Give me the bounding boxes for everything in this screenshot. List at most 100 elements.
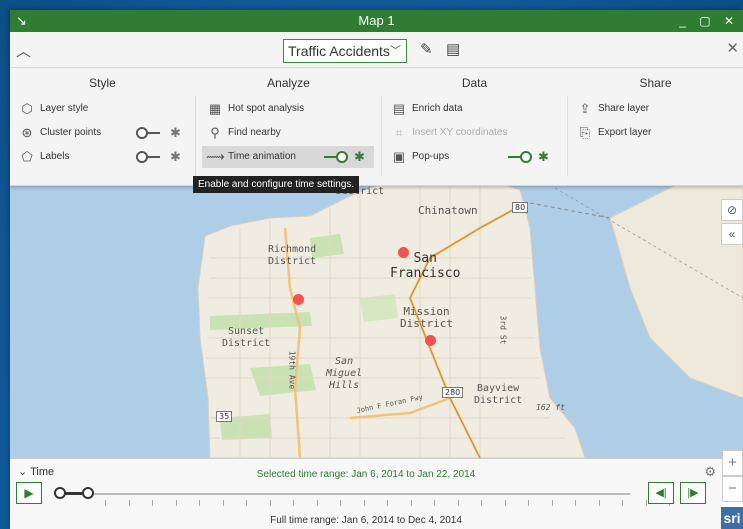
- time-slider-tick: [481, 500, 482, 506]
- time-slider-tick: [410, 500, 412, 506]
- hot-spot-analysis-button[interactable]: ▦ Hot spot analysis: [202, 98, 374, 120]
- accident-point[interactable]: [398, 247, 409, 258]
- map-label-elevation: 162 ft: [536, 403, 565, 412]
- share-layer-label: Share layer: [598, 103, 650, 114]
- labels-toggle[interactable]: [136, 151, 160, 163]
- layer-style-icon: ⬡: [21, 101, 33, 116]
- time-slider-tick: [645, 500, 647, 506]
- layer-table-icon[interactable]: ▤: [446, 40, 460, 58]
- zoom-out-button[interactable]: −: [722, 476, 743, 502]
- time-slider-tick: [622, 500, 623, 506]
- share-group: Share ⇪ Share layer ⎘ Export layer: [568, 68, 743, 186]
- time-animation-toggle[interactable]: [324, 151, 348, 163]
- map-label-richmond: Richmond District: [268, 244, 317, 267]
- time-animation-settings-gear-icon[interactable]: ✱: [354, 150, 365, 164]
- analyze-group: Analyze ▦ Hot spot analysis ⚲ Find nearb…: [196, 68, 381, 186]
- selected-time-range: Selected time range: Jan 6, 2014 to Jan …: [256, 469, 476, 480]
- style-group: Style ⬡ Layer style ⊛ Cluster points ✱ ⬠…: [10, 68, 195, 186]
- cluster-points-settings-gear-icon[interactable]: ✱: [170, 126, 181, 140]
- insert-xy-label: Insert XY coordinates: [412, 127, 508, 138]
- analyze-group-title: Analyze: [267, 76, 310, 90]
- insert-xy-icon: ⌗: [395, 125, 403, 140]
- time-slider-tick: [528, 500, 529, 506]
- time-slider-tick: [504, 500, 506, 506]
- share-group-title: Share: [639, 76, 672, 90]
- layer-toolbar: ︿ Traffic Accidents ﹀ ✎ ▤ ✕: [10, 32, 743, 68]
- enrich-data-button[interactable]: ▤ Enrich data: [386, 98, 561, 120]
- pop-ups-icon: ▣: [392, 149, 406, 164]
- map-label-19th-ave: 19th Ave: [287, 350, 297, 390]
- find-nearby-label: Find nearby: [228, 127, 281, 138]
- maximize-button[interactable]: ▢: [699, 10, 715, 32]
- time-animation-label: Time animation: [228, 151, 296, 162]
- time-slider-tick: [152, 500, 153, 506]
- accident-point[interactable]: [293, 294, 304, 305]
- time-slider-tick: [340, 500, 341, 506]
- labels-settings-gear-icon[interactable]: ✱: [170, 150, 181, 164]
- time-slider-tick: [387, 500, 388, 506]
- time-slider-end-handle[interactable]: [82, 487, 94, 499]
- close-toolbar-icon[interactable]: ✕: [726, 39, 739, 57]
- data-group-title: Data: [461, 76, 488, 90]
- time-slider-tick: [598, 500, 600, 506]
- map-label-san-miguel: San Miguel Hills: [326, 356, 363, 391]
- map-tool-collapse-icon[interactable]: «: [721, 223, 743, 245]
- zoom-in-button[interactable]: +: [722, 450, 743, 476]
- time-slider-start-handle[interactable]: [54, 487, 66, 499]
- time-slider-track[interactable]: [54, 493, 630, 495]
- pop-ups-settings-gear-icon[interactable]: ✱: [538, 150, 549, 164]
- map-label-bayview: Bayview District: [474, 383, 523, 406]
- labels-button[interactable]: ⬠ Labels ✱: [14, 146, 189, 168]
- time-slider-tick: [293, 500, 294, 506]
- chevron-down-icon: ﹀: [390, 45, 401, 57]
- enrich-data-icon: ▤: [392, 101, 406, 116]
- rename-pencil-icon[interactable]: ✎: [420, 40, 433, 58]
- esri-logo: sri: [721, 507, 743, 529]
- cluster-points-label: Cluster points: [40, 127, 102, 138]
- time-animation-button[interactable]: ⟿ Time animation ✱: [202, 146, 374, 168]
- window-close-button[interactable]: ✕: [724, 10, 739, 32]
- export-layer-icon: ⎘: [579, 125, 591, 140]
- time-settings-gear-icon[interactable]: ⚙: [704, 464, 716, 480]
- time-slider-tick: [269, 500, 271, 506]
- insert-xy-button: ⌗ Insert XY coordinates: [386, 122, 561, 144]
- map-label-third-st: 3rd St: [498, 315, 508, 345]
- style-group-title: Style: [89, 76, 116, 90]
- collapse-ribbon-icon[interactable]: ︿: [16, 40, 31, 61]
- layer-ribbon: Style ⬡ Layer style ⊛ Cluster points ✱ ⬠…: [10, 68, 743, 186]
- restore-arrow-icon[interactable]: ↘: [16, 10, 27, 32]
- cluster-points-icon: ⊛: [21, 125, 33, 140]
- play-button[interactable]: ▶: [16, 482, 42, 504]
- step-back-button[interactable]: ◀|: [648, 482, 674, 504]
- time-slider-tick: [575, 500, 576, 506]
- layer-select[interactable]: Traffic Accidents ﹀: [283, 39, 407, 63]
- pop-ups-label: Pop-ups: [412, 151, 450, 162]
- minimize-button[interactable]: _: [679, 10, 691, 32]
- time-slider-tick: [199, 500, 200, 506]
- title-bar: ↘ Map 1 _ ▢ ✕: [10, 10, 743, 32]
- pop-ups-button[interactable]: ▣ Pop-ups ✱: [386, 146, 561, 168]
- map-tool-layers-icon[interactable]: ⊘: [721, 199, 743, 221]
- find-nearby-button[interactable]: ⚲ Find nearby: [202, 122, 374, 144]
- time-slider-tick: [246, 500, 247, 506]
- map-label-chinatown: Chinatown: [418, 204, 478, 217]
- map-label-sunset: Sunset District: [222, 326, 271, 349]
- time-animation-tooltip: Enable and configure time settings.: [193, 176, 360, 193]
- step-forward-button[interactable]: |▶: [680, 482, 706, 504]
- full-time-range: Full time range: Jan 6, 2014 to Dec 4, 2…: [270, 515, 462, 526]
- map-window: ↘ Map 1 _ ▢ ✕ District Chinatown Richmon…: [10, 10, 743, 529]
- time-slider-tick: [316, 500, 318, 506]
- cluster-points-toggle[interactable]: [136, 127, 160, 139]
- hot-spot-icon: ▦: [208, 101, 222, 116]
- layer-style-label: Layer style: [40, 103, 89, 114]
- time-slider-tick: [222, 500, 224, 506]
- time-slider-tick: [551, 500, 553, 506]
- find-nearby-icon: ⚲: [210, 125, 220, 140]
- hot-spot-label: Hot spot analysis: [228, 103, 305, 114]
- export-layer-button[interactable]: ⎘ Export layer: [572, 122, 732, 144]
- accident-point[interactable]: [425, 335, 436, 346]
- pop-ups-toggle[interactable]: [508, 151, 532, 163]
- layer-style-button[interactable]: ⬡ Layer style: [14, 98, 189, 120]
- cluster-points-button[interactable]: ⊛ Cluster points ✱: [14, 122, 189, 144]
- share-layer-button[interactable]: ⇪ Share layer: [572, 98, 732, 120]
